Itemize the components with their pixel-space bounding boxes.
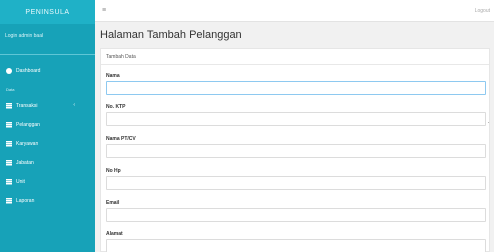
field-alamat: Alamat — [106, 231, 486, 252]
dashboard-icon — [6, 67, 12, 74]
sidebar-item-label: Karyawan — [16, 140, 39, 147]
brand-logo[interactable]: PENINSULA — [0, 0, 95, 24]
sidebar: PENINSULA Login admin baal Dashboard Dat… — [0, 0, 95, 252]
sidebar-item-dashboard[interactable]: Dashboard — [0, 61, 95, 80]
field-no-hp: No Hp — [106, 168, 486, 190]
sidebar-item-jabatan[interactable]: Jabatan — [0, 153, 95, 172]
page-title: Halaman Tambah Pelanggan — [100, 29, 242, 41]
user-panel: Login admin baal — [0, 33, 95, 55]
table-icon — [6, 140, 12, 147]
sidebar-item-laporan[interactable]: Laporan — [0, 191, 95, 210]
field-label: Nama — [106, 73, 120, 79]
field-label: Email — [106, 200, 120, 206]
field-nama-pt: Nama PT/CV — [106, 136, 486, 158]
table-icon — [6, 102, 12, 109]
sidebar-item-label: Transaksi — [16, 102, 38, 109]
sidebar-item-label: Dashboard — [16, 67, 41, 74]
table-icon — [6, 121, 12, 128]
no-hp-input[interactable] — [106, 176, 486, 190]
sidebar-item-karyawan[interactable]: Karyawan — [0, 134, 95, 153]
field-nama: Nama — [106, 73, 486, 95]
sidebar-item-label: Laporan — [16, 197, 35, 204]
table-icon — [6, 159, 12, 166]
card-header: Tambah Data — [101, 49, 489, 65]
resize-dot — [488, 122, 489, 123]
email-input[interactable] — [106, 208, 486, 222]
field-label: Nama PT/CV — [106, 136, 136, 142]
menu-toggle-icon[interactable]: ≡ — [102, 7, 106, 14]
sidebar-item-label: Unit — [16, 178, 25, 185]
topbar: ≡ Logout — [95, 0, 494, 22]
sidebar-item-transaksi[interactable]: Transaksi ‹ — [0, 96, 95, 115]
nama-input[interactable] — [106, 81, 486, 95]
chevron-left-icon: ‹ — [73, 102, 75, 108]
no-ktp-input[interactable] — [106, 112, 489, 126]
table-icon — [6, 197, 12, 204]
field-no-ktp: No. KTP — [106, 104, 489, 126]
table-icon — [6, 178, 12, 185]
sidebar-section-label: Data — [6, 87, 15, 92]
sidebar-item-label: Jabatan — [16, 159, 34, 166]
field-label: No Hp — [106, 168, 121, 174]
sidebar-item-unit[interactable]: Unit — [0, 172, 95, 191]
sidebar-item-label: Pelanggan — [16, 121, 40, 128]
field-label: No. KTP — [106, 104, 126, 110]
field-email: Email — [106, 200, 486, 222]
alamat-input[interactable] — [106, 239, 486, 252]
logout-link[interactable]: Logout — [475, 8, 490, 14]
field-label: Alamat — [106, 231, 123, 237]
user-name: Login admin baal — [5, 33, 44, 39]
sidebar-item-pelanggan[interactable]: Pelanggan — [0, 115, 95, 134]
form-card: Tambah Data Nama No. KTP Nama PT/CV No H… — [100, 48, 490, 252]
nama-pt-input[interactable] — [106, 144, 486, 158]
